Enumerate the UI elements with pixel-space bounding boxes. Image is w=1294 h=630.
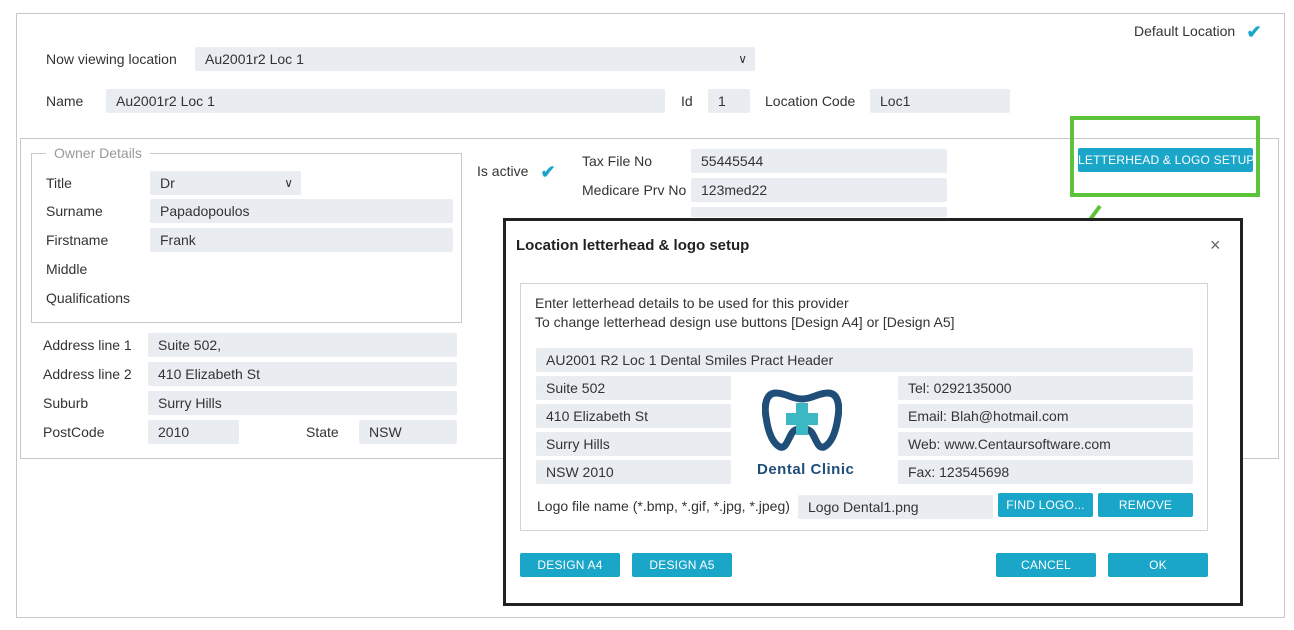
letterhead-logo-setup-button[interactable]: LETTERHEAD & LOGO SETUP — [1078, 148, 1254, 172]
suburb-label: Suburb — [43, 395, 89, 411]
letterhead-left-line-3[interactable]: Surry Hills — [536, 432, 731, 456]
chevron-down-icon: ∨ — [738, 52, 747, 66]
address-line1-label: Address line 1 — [43, 337, 132, 353]
logo-text: Dental Clinic — [757, 461, 855, 478]
letterhead-right-line-3[interactable]: Web: www.Centaursoftware.com — [898, 432, 1193, 456]
letterhead-left-line-1[interactable]: Suite 502 — [536, 376, 731, 400]
find-logo-button[interactable]: FIND LOGO... — [998, 493, 1093, 517]
surname-input[interactable]: Papadopoulos — [150, 199, 453, 223]
logo-file-input[interactable]: Logo Dental1.png — [798, 495, 993, 519]
letterhead-left-line-2[interactable]: 410 Elizabeth St — [536, 404, 731, 428]
location-code-input[interactable]: Loc1 — [870, 89, 1010, 113]
firstname-label: Firstname — [46, 232, 109, 248]
letterhead-right-line-2[interactable]: Email: Blah@hotmail.com — [898, 404, 1193, 428]
state-label: State — [306, 424, 339, 440]
address-line2-input[interactable]: 410 Elizabeth St — [148, 362, 457, 386]
location-code-label: Location Code — [765, 93, 856, 109]
is-active-label: Is active — [477, 163, 529, 179]
intro-line-1: Enter letterhead details to be used for … — [535, 295, 849, 311]
cancel-button[interactable]: CANCEL — [996, 553, 1096, 577]
ok-button[interactable]: OK — [1108, 553, 1208, 577]
medicare-label: Medicare Prv No — [582, 182, 687, 198]
letterhead-right-line-1[interactable]: Tel: 0292135000 — [898, 376, 1193, 400]
name-label: Name — [46, 93, 84, 109]
design-a4-button[interactable]: DESIGN A4 — [520, 553, 620, 577]
postcode-input[interactable]: 2010 — [148, 420, 239, 444]
qualifications-label: Qualifications — [46, 290, 131, 306]
logo-file-label: Logo file name (*.bmp, *.gif, *.jpg, *.j… — [537, 498, 790, 514]
letterhead-header-input[interactable]: AU2001 R2 Loc 1 Dental Smiles Pract Head… — [536, 348, 1193, 372]
remove-logo-button[interactable]: REMOVE — [1098, 493, 1193, 517]
suburb-input[interactable]: Surry Hills — [148, 391, 457, 415]
id-input[interactable]: 1 — [708, 89, 750, 113]
letterhead-left-line-4[interactable]: NSW 2010 — [536, 460, 731, 484]
surname-label: Surname — [46, 203, 103, 219]
tax-file-label: Tax File No — [582, 153, 653, 169]
chevron-down-icon: ∨ — [284, 176, 293, 190]
obscured-input — [691, 207, 947, 217]
title-label: Title — [46, 175, 72, 191]
name-input[interactable]: Au2001r2 Loc 1 — [106, 89, 665, 113]
title-select[interactable]: Dr ∨ — [150, 171, 301, 195]
dental-clinic-logo — [762, 389, 842, 451]
dialog-title: Location letterhead & logo setup — [516, 237, 750, 254]
id-label: Id — [681, 93, 693, 109]
postcode-label: PostCode — [43, 424, 105, 440]
tax-file-input[interactable]: 55445544 — [691, 149, 947, 173]
address-line2-label: Address line 2 — [43, 366, 132, 382]
is-active-checkbox[interactable]: ✔ — [537, 161, 559, 183]
firstname-input[interactable]: Frank — [150, 228, 453, 252]
middle-label: Middle — [46, 261, 88, 277]
default-location-label: Default Location — [1134, 23, 1236, 39]
owner-details-legend: Owner Details — [46, 144, 150, 162]
title-select-value: Dr — [160, 175, 175, 191]
state-input[interactable]: NSW — [359, 420, 457, 444]
design-a5-button[interactable]: DESIGN A5 — [632, 553, 732, 577]
location-select-value: Au2001r2 Loc 1 — [205, 51, 304, 67]
location-select[interactable]: Au2001r2 Loc 1 ∨ — [195, 47, 755, 71]
close-icon[interactable]: × — [1210, 235, 1221, 256]
letterhead-right-line-4[interactable]: Fax: 123545698 — [898, 460, 1193, 484]
address-line1-input[interactable]: Suite 502, — [148, 333, 457, 357]
intro-line-2: To change letterhead design use buttons … — [535, 314, 955, 330]
now-viewing-label: Now viewing location — [46, 51, 177, 67]
default-location-checkbox[interactable]: ✔ — [1243, 21, 1265, 43]
medicare-input[interactable]: 123med22 — [691, 178, 947, 202]
